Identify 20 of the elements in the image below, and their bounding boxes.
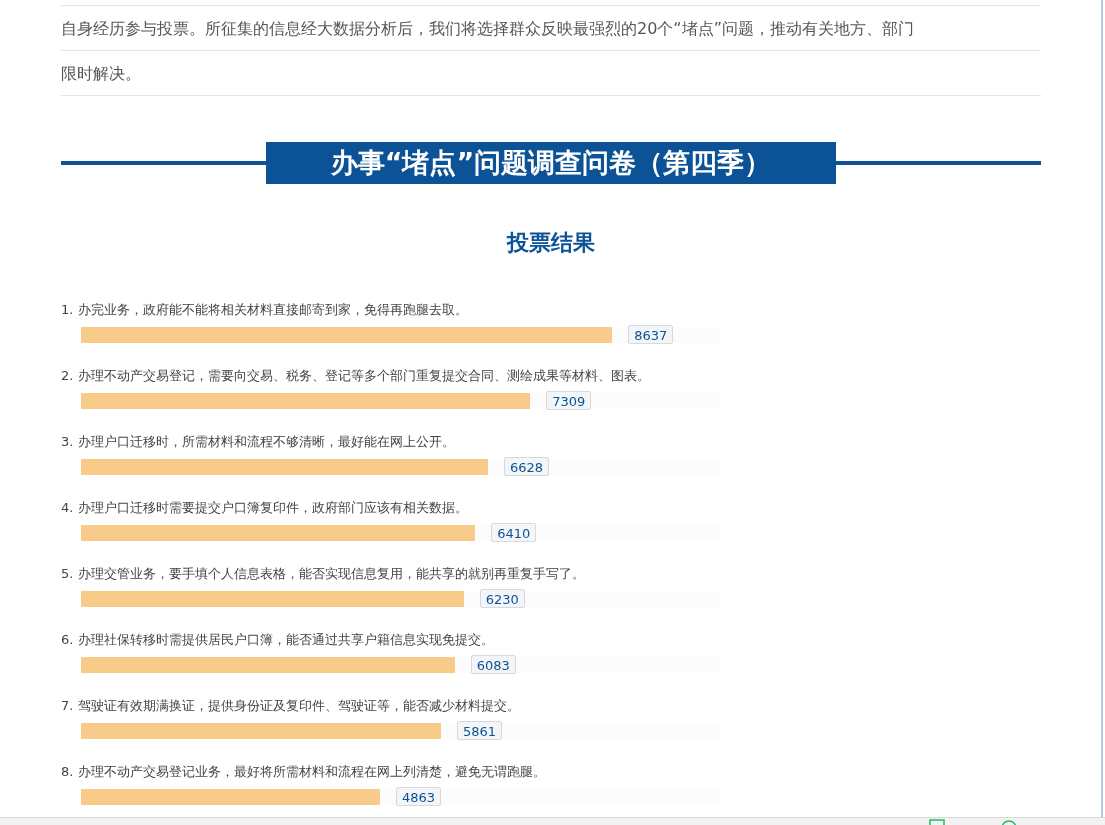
section-banner: 办事“堵点”问题调查问卷（第四季） [266,142,836,184]
question-label: 7. 驾驶证有效期满换证，提供身份证及复印件、驾驶证等，能否减少材料提交。 [61,697,521,715]
question-label: 5. 办理交管业务，要手填个人信息表格，能否实现信息复用，能共享的就别再重复手写了。 [61,565,586,583]
vote-count: 6628 [504,457,550,476]
results-title: 投票结果 [505,229,596,257]
intro-text-line: 限时解决。 [61,51,1041,96]
question-label: 4. 办理户口迁移时需要提交户口簿复印件，政府部门应该有相关数据。 [61,499,469,517]
vote-count: 5861 [457,721,503,740]
question-label: 3. 办理户口迁移时，所需材料和流程不够清晰，最好能在网上公开。 [61,433,456,451]
vote-count: 6230 [479,589,525,608]
question-label: 2. 办理不动产交易登记，需要向交易、税务、登记等多个部门重复提交合同、测绘成果等材料、图表。 [61,367,651,385]
question-label: 8. 办理不动产交易登记业务，最好将所需材料和流程在网上列清楚，避免无谓跑腿。 [61,763,547,781]
vote-count: 4863 [395,787,441,806]
vote-count: 8637 [628,325,674,344]
vote-count: 6410 [491,523,537,542]
vote-count: 6083 [470,655,516,674]
question-label: 1. 办完业务，政府能不能将相关材料直接邮寄到家，免得再跑腿去取。 [61,301,469,319]
intro-text-line: 自身经历参与投票。所征集的信息经大数据分析后，我们将选择群众反映最强烈的20个“堵点”问题，推动有关地方、部门 [61,6,1041,51]
question-label: 6. 办理社保转移时需提供居民户口簿，能否通过共享户籍信息实现免提交。 [61,631,495,649]
vote-count: 7309 [546,391,592,410]
